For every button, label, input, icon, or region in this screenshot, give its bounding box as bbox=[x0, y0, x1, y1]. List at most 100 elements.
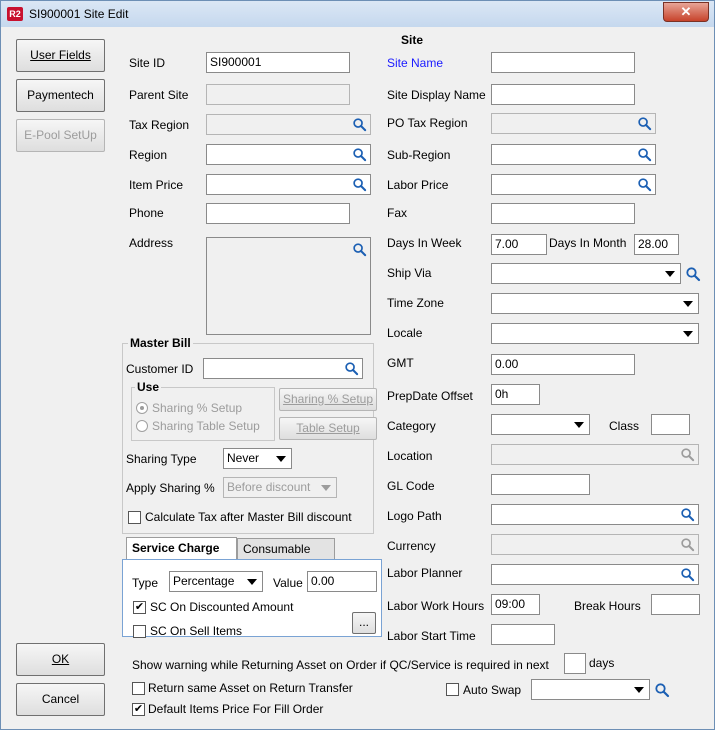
search-icon[interactable] bbox=[680, 537, 695, 552]
customer-id-label: Customer ID bbox=[126, 362, 194, 376]
calc-tax-checkbox[interactable] bbox=[128, 511, 141, 524]
sub-region-input[interactable] bbox=[491, 144, 656, 165]
ellipsis-button[interactable]: ... bbox=[352, 612, 376, 634]
customer-id-input[interactable] bbox=[203, 358, 363, 379]
sharing-pct-setup-button[interactable]: Sharing % Setup bbox=[279, 388, 377, 411]
search-icon[interactable] bbox=[680, 507, 695, 522]
title-bar[interactable]: R2 SI900001 Site Edit ✕ bbox=[1, 1, 714, 27]
chevron-down-icon bbox=[574, 422, 584, 428]
break-hours-label: Break Hours bbox=[574, 599, 641, 613]
tab-service-charge[interactable]: Service Charge bbox=[126, 537, 237, 560]
site-display-name-label: Site Display Name bbox=[387, 88, 486, 102]
prepdate-offset-input[interactable]: 0h bbox=[491, 384, 540, 405]
chevron-down-icon bbox=[665, 271, 675, 277]
search-icon[interactable] bbox=[637, 177, 652, 192]
sharing-pct-radio[interactable] bbox=[136, 402, 148, 414]
apply-sharing-select[interactable]: Before discount bbox=[223, 477, 337, 498]
paymentech-button[interactable]: Paymentech bbox=[16, 79, 105, 112]
search-icon[interactable] bbox=[352, 177, 367, 192]
tax-region-input[interactable] bbox=[206, 114, 371, 135]
po-tax-region-input[interactable] bbox=[491, 113, 656, 134]
currency-input[interactable] bbox=[491, 534, 699, 555]
ok-button[interactable]: OK bbox=[16, 643, 105, 676]
item-price-input[interactable] bbox=[206, 174, 371, 195]
sc-discounted-checkbox[interactable]: ✔ bbox=[133, 601, 146, 614]
ship-via-label: Ship Via bbox=[387, 266, 432, 280]
gl-code-input[interactable] bbox=[491, 474, 590, 495]
days-label: days bbox=[589, 656, 615, 670]
default-items-price-checkbox[interactable]: ✔ bbox=[132, 703, 145, 716]
site-section-title: Site bbox=[401, 33, 424, 47]
search-icon[interactable] bbox=[352, 117, 367, 132]
sc-value-input[interactable]: 0.00 bbox=[307, 571, 377, 592]
sc-type-select[interactable]: Percentage bbox=[169, 571, 263, 592]
user-fields-button[interactable]: User Fields bbox=[16, 39, 105, 72]
labor-work-hours-input[interactable]: 09:00 bbox=[491, 594, 540, 615]
search-icon[interactable] bbox=[637, 116, 652, 131]
category-select[interactable] bbox=[491, 414, 590, 435]
search-icon[interactable] bbox=[637, 147, 652, 162]
sub-region-label: Sub-Region bbox=[387, 148, 451, 162]
cancel-button[interactable]: Cancel bbox=[16, 683, 105, 716]
gmt-input[interactable]: 0.00 bbox=[491, 354, 635, 375]
days-in-month-input[interactable]: 28.00 bbox=[634, 234, 679, 255]
use-title: Use bbox=[135, 380, 162, 394]
logo-path-input[interactable] bbox=[491, 504, 699, 525]
warning-days-input[interactable] bbox=[564, 653, 586, 674]
chevron-down-icon bbox=[247, 579, 257, 585]
master-bill-title: Master Bill bbox=[128, 336, 193, 350]
tab-consumable[interactable]: Consumable bbox=[237, 538, 335, 559]
site-name-label: Site Name bbox=[387, 56, 444, 70]
search-icon[interactable] bbox=[352, 242, 367, 257]
phone-label: Phone bbox=[129, 206, 164, 220]
labor-price-input[interactable] bbox=[491, 174, 656, 195]
days-in-week-input[interactable]: 7.00 bbox=[491, 234, 547, 255]
labor-planner-label: Labor Planner bbox=[387, 566, 463, 580]
site-id-input[interactable]: SI900001 bbox=[206, 52, 350, 73]
auto-swap-checkbox[interactable] bbox=[446, 683, 459, 696]
class-label: Class bbox=[609, 419, 640, 433]
phone-input[interactable] bbox=[206, 203, 350, 224]
auto-swap-select[interactable] bbox=[531, 679, 650, 700]
location-input[interactable] bbox=[491, 444, 699, 465]
tax-region-label: Tax Region bbox=[129, 118, 190, 132]
region-input[interactable] bbox=[206, 144, 371, 165]
break-hours-input[interactable] bbox=[651, 594, 700, 615]
labor-planner-input[interactable] bbox=[491, 564, 699, 585]
sc-value-label: Value bbox=[273, 576, 303, 590]
search-icon[interactable] bbox=[680, 567, 695, 582]
sharing-table-label: Sharing Table Setup bbox=[152, 419, 260, 433]
time-zone-select[interactable] bbox=[491, 293, 699, 314]
table-setup-button[interactable]: Table Setup bbox=[279, 417, 377, 440]
epool-setup-button[interactable]: E-Pool SetUp bbox=[16, 119, 105, 152]
locale-select[interactable] bbox=[491, 323, 699, 344]
chevron-down-icon bbox=[634, 687, 644, 693]
dialog-content: User Fields Paymentech E-Pool SetUp OK C… bbox=[8, 29, 707, 724]
sharing-type-label: Sharing Type bbox=[126, 452, 197, 466]
search-icon[interactable] bbox=[344, 361, 359, 376]
search-icon[interactable] bbox=[680, 447, 695, 462]
return-same-asset-checkbox[interactable] bbox=[132, 682, 145, 695]
ship-via-select[interactable] bbox=[491, 263, 681, 284]
close-button[interactable]: ✕ bbox=[663, 2, 709, 22]
sharing-table-radio[interactable] bbox=[136, 420, 148, 432]
prepdate-offset-label: PrepDate Offset bbox=[387, 389, 473, 403]
default-items-price-label: Default Items Price For Fill Order bbox=[148, 702, 324, 716]
sc-type-label: Type bbox=[132, 576, 159, 590]
chevron-down-icon bbox=[683, 301, 693, 307]
sc-discounted-label: SC On Discounted Amount bbox=[150, 600, 294, 614]
class-input[interactable] bbox=[651, 414, 690, 435]
auto-swap-search-button[interactable] bbox=[651, 679, 673, 700]
sc-sell-items-checkbox[interactable] bbox=[133, 625, 146, 638]
site-edit-window: R2 SI900001 Site Edit ✕ User Fields Paym… bbox=[0, 0, 715, 730]
gl-code-label: GL Code bbox=[387, 479, 435, 493]
labor-start-time-input[interactable] bbox=[491, 624, 555, 645]
search-icon[interactable] bbox=[352, 147, 367, 162]
ship-via-search-button[interactable] bbox=[682, 263, 704, 284]
fax-input[interactable] bbox=[491, 203, 635, 224]
sharing-type-select[interactable]: Never bbox=[223, 448, 292, 469]
address-textarea[interactable] bbox=[206, 237, 371, 335]
apply-sharing-label: Apply Sharing % bbox=[126, 481, 215, 495]
site-display-name-input[interactable] bbox=[491, 84, 635, 105]
site-name-input[interactable] bbox=[491, 52, 635, 73]
